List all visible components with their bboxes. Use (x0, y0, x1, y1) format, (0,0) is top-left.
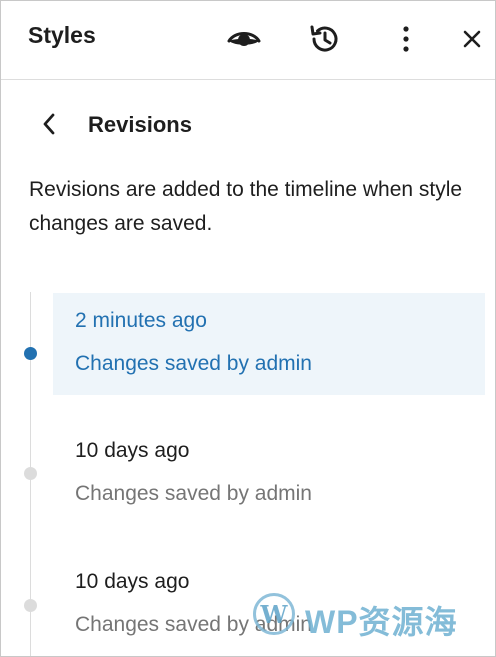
revisions-title: Revisions (88, 112, 192, 137)
revision-time: 10 days ago (75, 570, 190, 593)
eye-icon (227, 28, 261, 50)
wordpress-logo-icon: W (253, 593, 295, 635)
styles-panel: Styles Revisions Revisions are added to … (0, 0, 496, 657)
revision-author: Changes saved by admin (75, 352, 312, 375)
timeline-dot-active (24, 347, 37, 360)
timeline-dot (24, 599, 37, 612)
revisions-button[interactable] (304, 19, 344, 59)
close-icon (462, 29, 482, 49)
watermark: W WP资源海 (253, 587, 483, 643)
close-button[interactable] (452, 19, 492, 59)
panel-title: Styles (28, 22, 96, 48)
history-icon (308, 23, 340, 55)
timeline-dot (24, 467, 37, 480)
revision-item-selected[interactable]: 2 minutes ago Changes saved by admin (53, 293, 485, 395)
chevron-left-icon (42, 113, 56, 140)
revision-time: 10 days ago (75, 439, 190, 462)
more-options-button[interactable] (386, 19, 426, 59)
revision-time: 2 minutes ago (75, 309, 207, 332)
revisions-description: Revisions are added to the timeline when… (29, 178, 463, 235)
back-button[interactable] (34, 109, 64, 143)
panel-header: Styles (1, 1, 495, 80)
revision-item[interactable]: 10 days ago Changes saved by admin (53, 423, 485, 525)
style-book-button[interactable] (224, 19, 264, 59)
revision-author: Changes saved by admin (75, 482, 312, 505)
watermark-text: WP资源海 (305, 604, 458, 640)
more-vertical-icon (402, 25, 410, 53)
